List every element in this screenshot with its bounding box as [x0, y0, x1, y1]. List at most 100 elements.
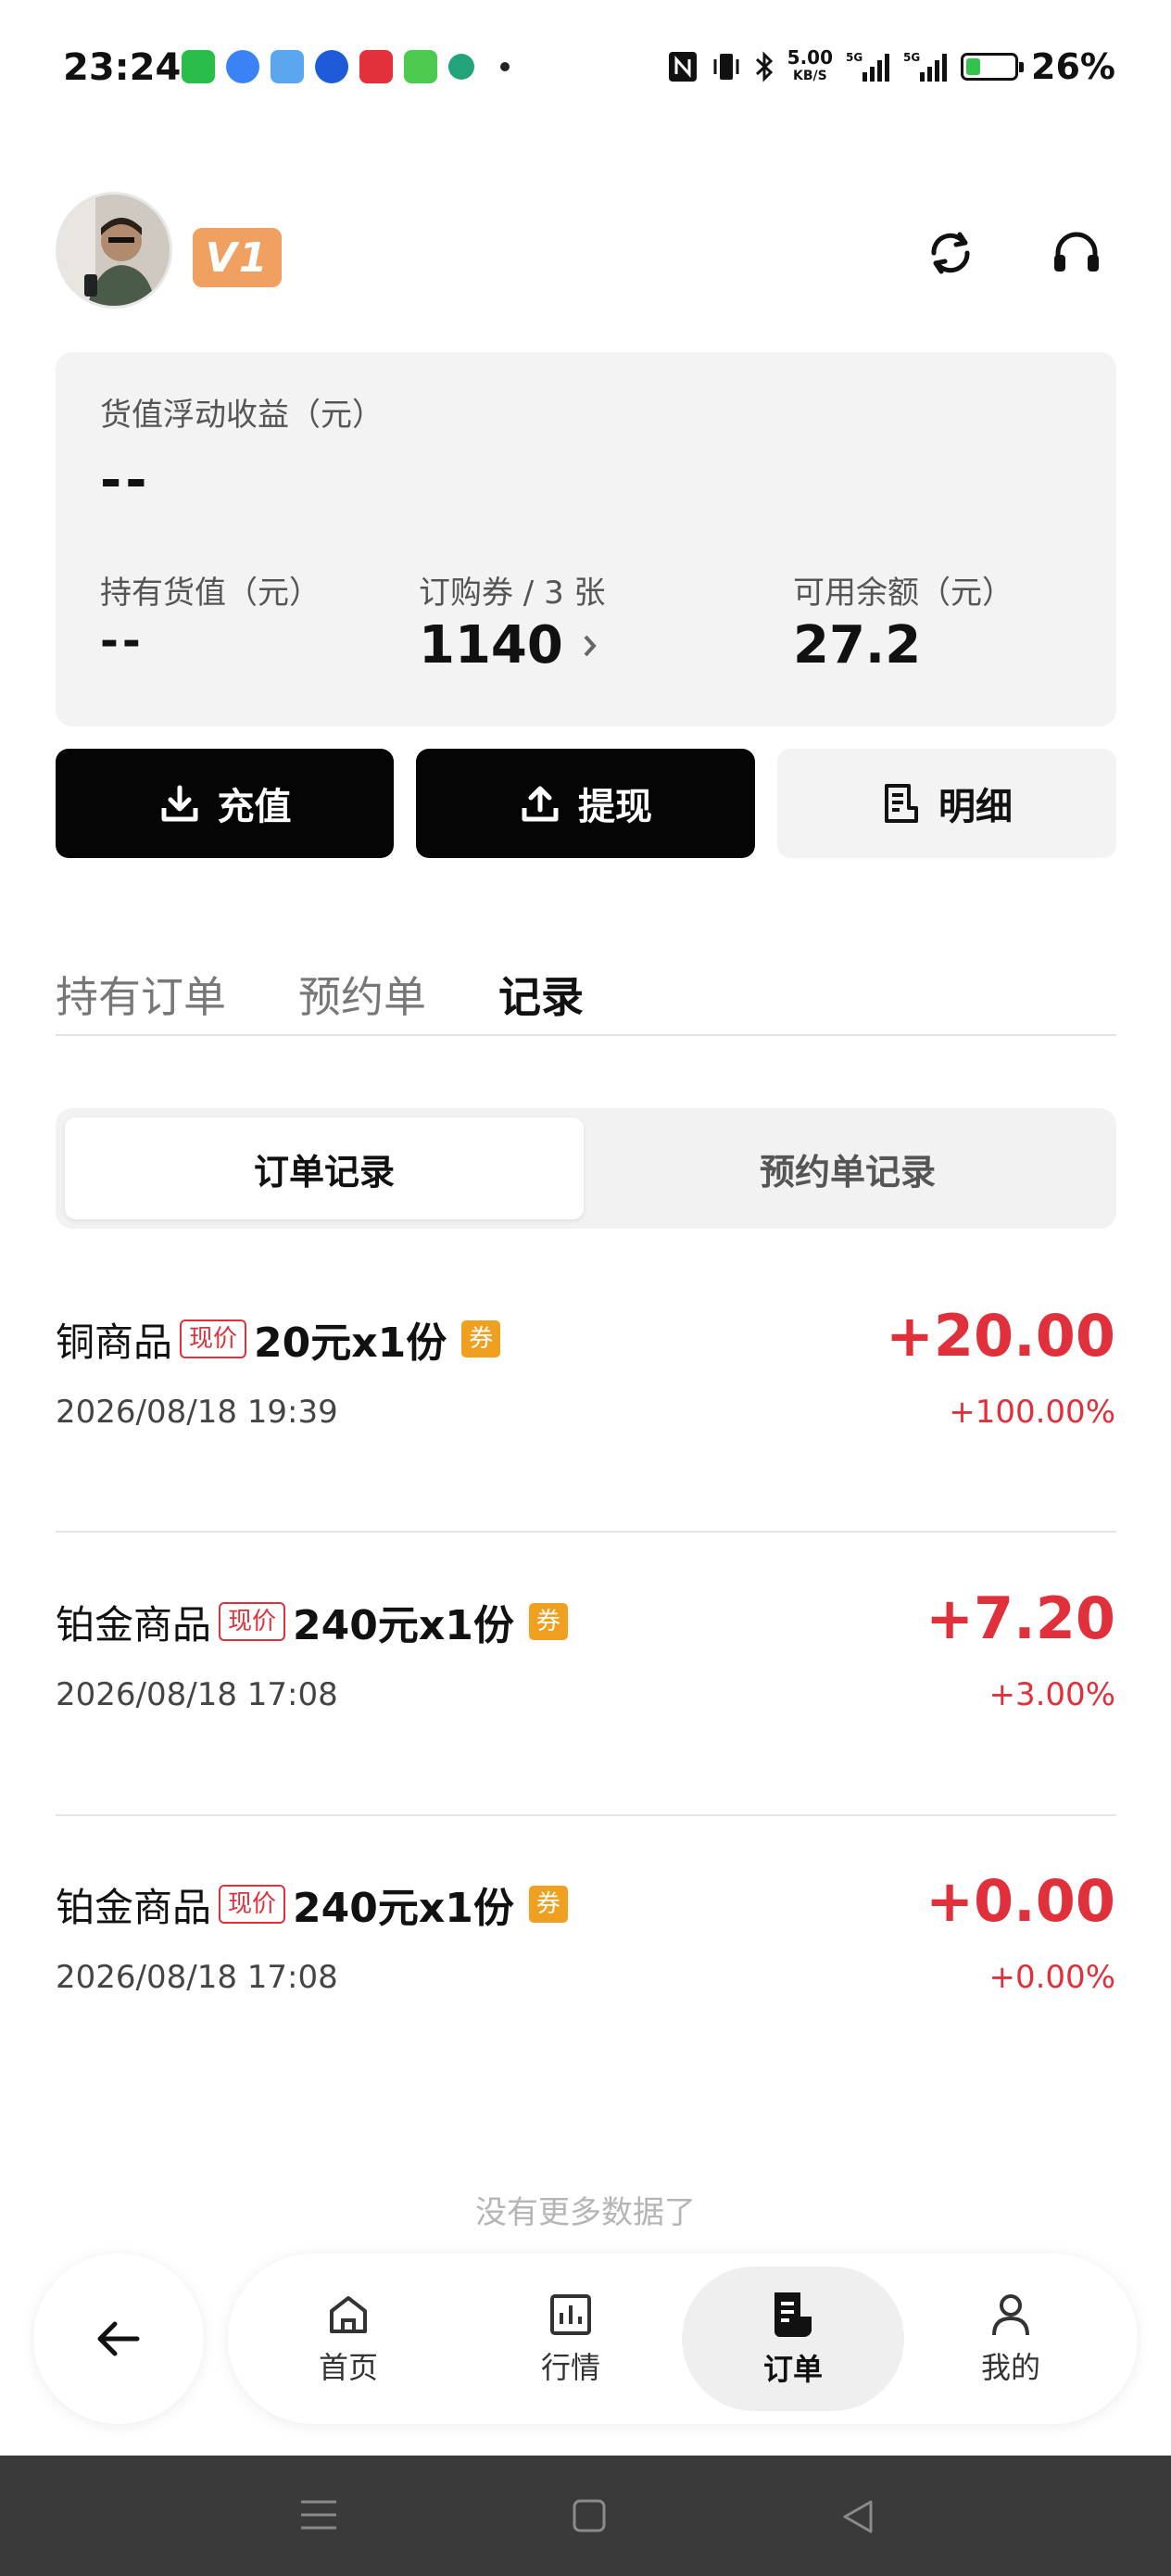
- record-title: 铜商品 现价 20元x1份 券: [56, 1309, 501, 1369]
- record-spec: 20元x1份: [254, 1320, 447, 1367]
- notification-icons: [182, 50, 510, 83]
- nfc-icon: [668, 52, 697, 82]
- record-amount: +0.00: [925, 1867, 1115, 1935]
- message-icon: [404, 50, 437, 83]
- record-time: 2026/08/18 19:39: [56, 1394, 338, 1431]
- order-icon: [774, 2292, 812, 2337]
- customer-service-button[interactable]: [1049, 225, 1104, 281]
- refresh-icon: [931, 232, 970, 274]
- app-icon: [226, 50, 259, 83]
- record-divider: [56, 1531, 1116, 1533]
- nav-market[interactable]: 行情: [483, 2254, 659, 2424]
- tab-records[interactable]: 记录: [498, 964, 584, 1025]
- record-title: 铂金商品 现价 240元x1份 券: [56, 1875, 568, 1934]
- user-icon: [992, 2294, 1029, 2336]
- nav-market-label: 行情: [540, 2350, 600, 2385]
- record-amount: +20.00: [885, 1302, 1115, 1370]
- holding-value-value: --: [100, 615, 145, 667]
- coupon-badge: 券: [528, 1886, 568, 1923]
- app-icon: [359, 50, 393, 83]
- coupon-count-label: 订购券 / 3 张: [419, 575, 606, 612]
- coupon-badge: 券: [528, 1603, 568, 1640]
- svg-text:5G: 5G: [846, 51, 863, 64]
- upload-icon: [522, 786, 559, 822]
- app-icon: [315, 50, 348, 83]
- status-bar: 23:24 5.00 KB/S 5G 5G 26%: [0, 0, 1171, 139]
- arrow-left-icon: [97, 2321, 140, 2356]
- withdraw-label: 提现: [578, 786, 652, 828]
- tab-reservations[interactable]: 预约单: [298, 964, 426, 1025]
- record-product-name: 铜商品: [56, 1319, 173, 1365]
- recharge-label: 充值: [217, 786, 292, 828]
- coupon-value: 1140: [419, 615, 563, 676]
- record-percent: +3.00%: [988, 1676, 1116, 1713]
- signal-5g-icon: 5G: [846, 51, 890, 82]
- segment-reservation-records[interactable]: 预约单记录: [588, 1118, 1107, 1219]
- more-dot-icon: [500, 62, 510, 71]
- headset-icon: [1054, 232, 1099, 271]
- nav-mine[interactable]: 我的: [923, 2254, 1099, 2424]
- record-title: 铂金商品 现价 240元x1份 券: [56, 1592, 568, 1651]
- record-time: 2026/08/18 17:08: [56, 1959, 338, 1996]
- floating-income-value: --: [100, 450, 151, 511]
- recharge-button[interactable]: 充值: [56, 749, 394, 858]
- nav-home-label: 首页: [318, 2350, 378, 2385]
- detail-button[interactable]: 明细: [777, 749, 1116, 858]
- record-spec: 240元x1份: [293, 1885, 514, 1932]
- record-divider: [56, 1814, 1116, 1816]
- nav-orders-label: 订单: [762, 2352, 823, 2387]
- record-percent: +0.00%: [988, 1959, 1116, 1996]
- signal-5g-icon: 5G: [903, 51, 948, 82]
- download-icon: [161, 785, 197, 822]
- record-amount: +7.20: [925, 1585, 1115, 1652]
- back-button[interactable]: [33, 2254, 204, 2424]
- chart-icon: [550, 2294, 591, 2335]
- coupon-value-link[interactable]: 1140: [419, 615, 598, 676]
- balance-value: 27.2: [793, 615, 922, 676]
- vip-level-badge: V1: [193, 228, 282, 287]
- nav-mine-label: 我的: [980, 2350, 1040, 2385]
- price-tag-badge: 现价: [180, 1320, 247, 1358]
- record-product-name: 铂金商品: [56, 1884, 212, 1930]
- price-tag-badge: 现价: [219, 1885, 286, 1924]
- system-status: 5.00 KB/S 5G 5G 26%: [667, 46, 1115, 87]
- withdraw-button[interactable]: 提现: [416, 749, 755, 858]
- weather-icon: [271, 50, 304, 83]
- balance-label: 可用余额（元）: [793, 575, 1014, 612]
- bluetooth-icon: [755, 51, 773, 82]
- bill-icon: [885, 784, 918, 823]
- home-square-icon[interactable]: [572, 2498, 607, 2533]
- battery-percent: 26%: [1031, 46, 1115, 87]
- battery-icon: [961, 53, 1025, 81]
- tabs-divider: [56, 1034, 1116, 1036]
- svg-text:5G: 5G: [903, 51, 920, 64]
- record-spec: 240元x1份: [293, 1602, 514, 1649]
- holding-value-label: 持有货值（元）: [100, 575, 321, 612]
- refresh-button[interactable]: [923, 225, 978, 281]
- system-navigation-bar: [0, 2456, 1171, 2576]
- bottom-nav: 首页 行情 订单 我的: [228, 2254, 1138, 2424]
- coupon-badge: 券: [461, 1320, 501, 1357]
- back-triangle-icon[interactable]: [839, 2498, 876, 2535]
- tab-holding-orders[interactable]: 持有订单: [56, 964, 226, 1025]
- nav-orders[interactable]: 订单: [682, 2267, 904, 2411]
- record-type-switch: 订单记录 预约单记录: [56, 1108, 1116, 1229]
- price-tag-badge: 现价: [219, 1602, 286, 1641]
- wechat-icon: [182, 50, 215, 83]
- vibrate-icon: [713, 54, 739, 80]
- asset-summary-card: 货值浮动收益（元） -- 持有货值（元） -- 订购券 / 3 张 1140 可…: [56, 352, 1116, 726]
- avatar[interactable]: [56, 192, 172, 309]
- segment-order-records[interactable]: 订单记录: [65, 1118, 584, 1219]
- nav-home[interactable]: 首页: [260, 2254, 436, 2424]
- floating-income-label: 货值浮动收益（元）: [100, 397, 384, 434]
- home-icon: [330, 2296, 367, 2333]
- record-product-name: 铂金商品: [56, 1601, 212, 1648]
- record-time: 2026/08/18 17:08: [56, 1676, 338, 1713]
- no-more-data-text: 没有更多数据了: [475, 2194, 696, 2231]
- record-percent: +100.00%: [949, 1394, 1115, 1431]
- clock: 23:24: [63, 46, 182, 89]
- app-icon: [448, 54, 474, 80]
- menu-icon[interactable]: [299, 2498, 338, 2532]
- avatar-image: [58, 195, 170, 306]
- detail-label: 明细: [938, 786, 1013, 828]
